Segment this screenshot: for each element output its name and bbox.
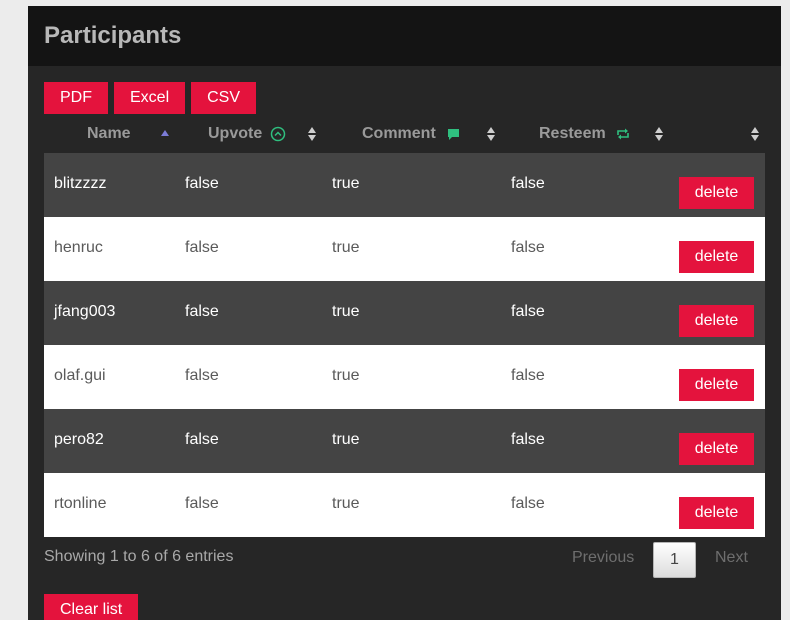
resteem-icon: [616, 127, 630, 141]
delete-button[interactable]: delete: [679, 433, 754, 465]
pagination-page-1[interactable]: 1: [653, 542, 696, 578]
column-header-upvote[interactable]: Upvote: [208, 114, 286, 154]
column-header-comment[interactable]: Comment: [362, 114, 461, 154]
export-excel-button[interactable]: Excel: [114, 82, 186, 114]
cell-resteem: false: [511, 175, 545, 192]
comment-icon: [446, 127, 461, 142]
cell-comment: true: [332, 303, 360, 320]
cell-resteem: false: [511, 495, 545, 512]
sort-both-icon[interactable]: [750, 124, 760, 144]
cell-comment: true: [332, 495, 360, 512]
cell-resteem: false: [511, 431, 545, 448]
upvote-icon: [270, 126, 286, 142]
participants-panel: Participants PDF Excel CSV Name Upvote C…: [28, 6, 781, 620]
participants-table-body: blitzzzz false true false delete henruc …: [44, 153, 765, 537]
sort-asc-icon[interactable]: [160, 124, 170, 144]
panel-title: Participants: [44, 22, 182, 49]
cell-resteem: false: [511, 303, 545, 320]
cell-comment: true: [332, 239, 360, 256]
table-info-text: Showing 1 to 6 of 6 entries: [44, 548, 234, 565]
pagination-next[interactable]: Next: [715, 549, 748, 567]
cell-upvote: false: [185, 303, 219, 320]
delete-button[interactable]: delete: [679, 369, 754, 401]
cell-upvote: false: [185, 239, 219, 256]
cell-name: rtonline: [54, 495, 107, 512]
cell-name: jfang003: [54, 303, 116, 320]
cell-name: henruc: [54, 239, 103, 256]
cell-upvote: false: [185, 367, 219, 384]
cell-upvote: false: [185, 431, 219, 448]
table-row: blitzzzz false true false delete: [44, 153, 765, 217]
export-csv-button[interactable]: CSV: [191, 82, 257, 114]
export-toolbar: PDF Excel CSV: [44, 82, 257, 114]
delete-button[interactable]: delete: [679, 497, 754, 529]
table-row: pero82 false true false delete: [44, 409, 765, 473]
cell-comment: true: [332, 367, 360, 384]
column-header-resteem[interactable]: Resteem: [539, 114, 630, 154]
panel-header: Participants: [28, 6, 781, 66]
sort-both-icon[interactable]: [654, 124, 664, 144]
column-header-name-label: Name: [87, 125, 131, 142]
table-row: jfang003 false true false delete: [44, 281, 765, 345]
cell-name: blitzzzz: [54, 175, 107, 192]
delete-button[interactable]: delete: [679, 241, 754, 273]
column-header-resteem-label: Resteem: [539, 125, 606, 142]
cell-name: pero82: [54, 431, 104, 448]
cell-upvote: false: [185, 495, 219, 512]
cell-upvote: false: [185, 175, 219, 192]
delete-button[interactable]: delete: [679, 177, 754, 209]
delete-button[interactable]: delete: [679, 305, 754, 337]
table-row: rtonline false true false delete: [44, 473, 765, 537]
export-pdf-button[interactable]: PDF: [44, 82, 108, 114]
table-header: Name Upvote Comment Resteem: [44, 114, 765, 154]
cell-resteem: false: [511, 239, 545, 256]
sort-both-icon[interactable]: [486, 124, 496, 144]
column-header-name[interactable]: Name: [87, 114, 131, 154]
sort-both-icon[interactable]: [307, 124, 317, 144]
cell-comment: true: [332, 431, 360, 448]
column-header-upvote-label: Upvote: [208, 125, 263, 142]
pagination-previous[interactable]: Previous: [572, 549, 634, 567]
table-row: olaf.gui false true false delete: [44, 345, 765, 409]
clear-list-button[interactable]: Clear list: [44, 594, 139, 620]
cell-name: olaf.gui: [54, 367, 106, 384]
cell-resteem: false: [511, 367, 545, 384]
table-row: henruc false true false delete: [44, 217, 765, 281]
column-header-comment-label: Comment: [362, 125, 436, 142]
cell-comment: true: [332, 175, 360, 192]
